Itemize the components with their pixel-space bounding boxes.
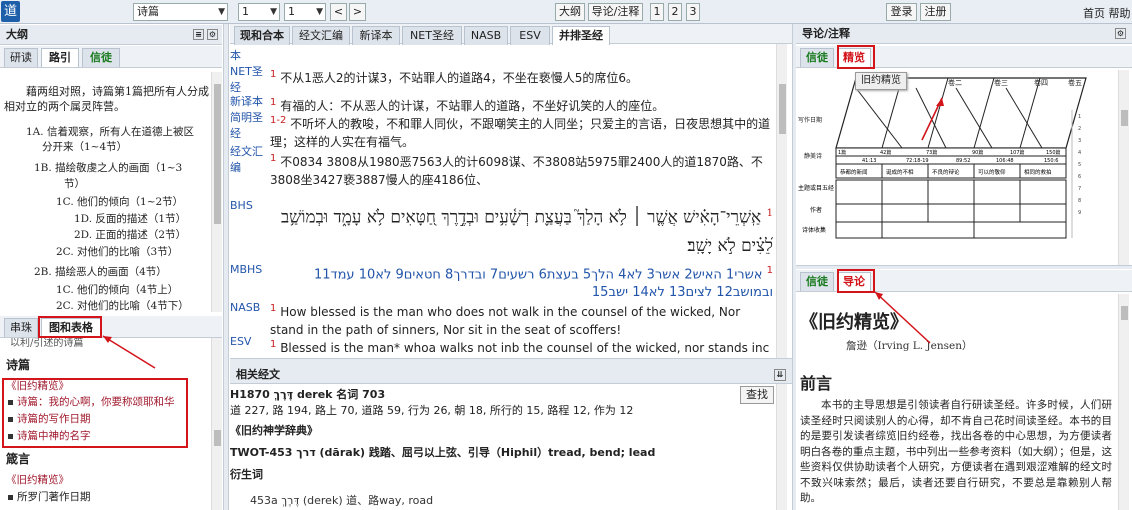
annotation-arrow xyxy=(102,335,156,369)
arrow-head-icon xyxy=(103,336,112,343)
annotation-arrow xyxy=(874,291,931,344)
annotation-overlay xyxy=(102,291,931,369)
